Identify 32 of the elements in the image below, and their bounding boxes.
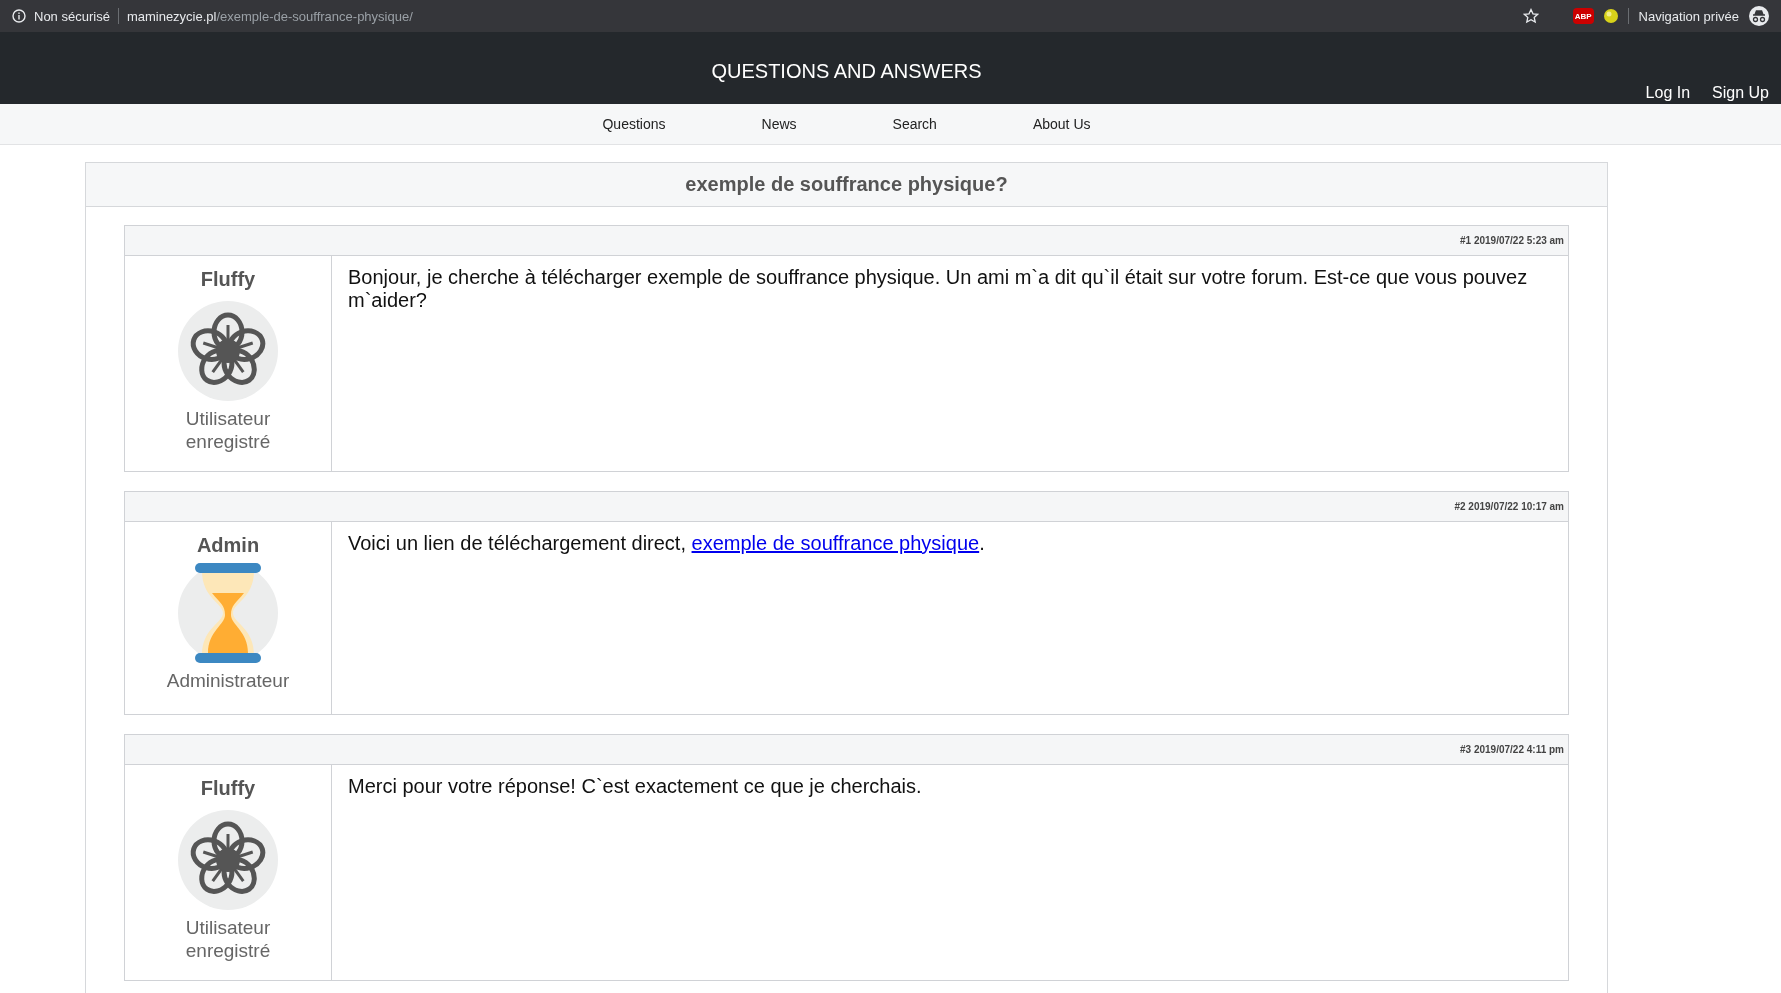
post-meta: #2 2019/07/22 10:17 am bbox=[1454, 501, 1564, 512]
post-message: Bonjour, je cherche à télécharger exemple de souffrance physique. Un ami m`a dit qu`il était sur votre forum. Est-ce que vous pouvez m`aider? bbox=[347, 265, 1529, 313]
flower-avatar-icon bbox=[178, 810, 278, 910]
post-meta: #1 2019/07/22 5:23 am bbox=[1460, 235, 1564, 246]
nav-link[interactable]: Questions bbox=[554, 116, 714, 132]
author-name: Admin bbox=[196, 534, 260, 557]
author-role: Utilisateur enregistré bbox=[184, 916, 272, 962]
topic-title: exemple de souffrance physique? bbox=[86, 163, 1607, 207]
auth-link[interactable]: Sign Up bbox=[1712, 84, 1769, 102]
author-name: Fluffy bbox=[200, 268, 256, 291]
nav-link[interactable]: About Us bbox=[984, 116, 1139, 132]
star-icon[interactable] bbox=[1522, 8, 1539, 24]
site-title: QUESTIONS AND ANSWERS bbox=[711, 59, 982, 83]
author-role: Utilisateur enregistré bbox=[184, 407, 272, 453]
private-mode-label: Navigation privée bbox=[1638, 8, 1739, 24]
post-message: Voici un lien de téléchargement direct, exemple de souffrance physique. bbox=[347, 531, 986, 556]
ball-extension-icon[interactable] bbox=[1603, 9, 1618, 23]
adblock-extension-icon[interactable]: ABP bbox=[1572, 8, 1594, 24]
address-url[interactable]: maminezycie.pl/exemple-de-souffrance-physique/ bbox=[126, 8, 413, 24]
download-link[interactable]: exemple de souffrance physique bbox=[691, 532, 980, 554]
hourglass-avatar-icon bbox=[178, 563, 278, 663]
nav-link[interactable]: Search bbox=[844, 116, 985, 132]
post-message: Merci pour votre réponse! C`est exactement ce que je cherchais. bbox=[347, 774, 923, 799]
info-icon bbox=[12, 9, 26, 23]
incognito-icon[interactable] bbox=[1749, 6, 1769, 26]
post-meta: #3 2019/07/22 4:11 pm bbox=[1460, 744, 1564, 755]
author-name: Fluffy bbox=[200, 777, 256, 800]
auth-link[interactable]: Log In bbox=[1645, 84, 1691, 102]
nav-link[interactable]: News bbox=[713, 116, 845, 132]
flower-avatar-icon bbox=[178, 301, 278, 401]
author-role: Administrateur bbox=[166, 669, 290, 692]
security-label: Non sécurisé bbox=[34, 8, 110, 24]
